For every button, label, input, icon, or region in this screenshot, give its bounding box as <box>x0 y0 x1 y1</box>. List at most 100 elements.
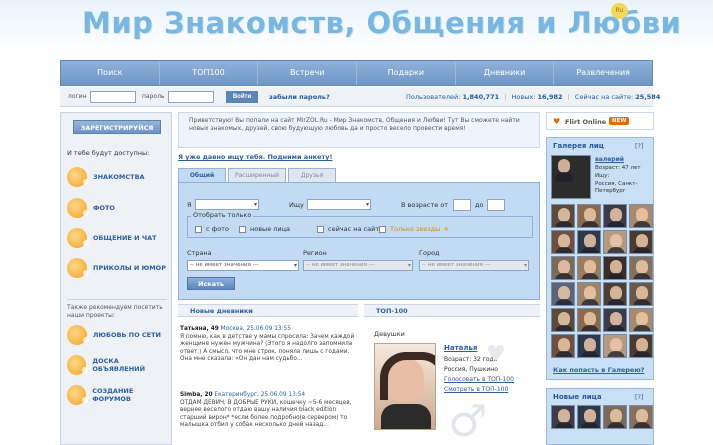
feature-chat[interactable]: ОБЩЕНИЕ И ЧАТ <box>67 228 157 248</box>
right-sidebar: ♥ Flirt Online NEW Галерея лиц [?] валер… <box>546 112 654 445</box>
featured-name[interactable]: валерий <box>595 156 624 163</box>
gallery-featured-photo[interactable] <box>551 155 591 199</box>
nav-item-top100[interactable]: ТОП100 <box>160 61 259 85</box>
top100-vote-link[interactable]: Голосовать в ТОП-100 <box>444 376 514 383</box>
top100-name[interactable]: Наталья <box>444 344 477 352</box>
register-button[interactable]: ЗАРЕГИСТРИРУЙСЯ <box>73 120 161 134</box>
feature-label: ОБЩЕНИЕ И ЧАТ <box>93 234 157 242</box>
site-logo-title[interactable]: Мир Знакомств, Общения и Любви <box>82 6 681 40</box>
diary-entry[interactable]: Simba, 20 Екатеринбург, 25.06.09 13:54 О… <box>180 392 356 430</box>
region-select[interactable]: -- не имеет значения --- <box>303 260 413 271</box>
gallery-panel: Галерея лиц [?] валерий Возраст: 47 лет … <box>546 137 654 380</box>
gallery-thumb[interactable] <box>629 230 653 254</box>
age-to-input[interactable] <box>487 199 505 211</box>
new-face-thumb[interactable] <box>577 405 601 429</box>
diaries-header[interactable]: Новые дневники <box>178 304 358 317</box>
age-from-input[interactable] <box>453 199 471 211</box>
gallery-thumb[interactable] <box>577 308 601 332</box>
checkbox-online[interactable]: сейчас на сайте <box>317 225 383 233</box>
top100-header[interactable]: ТОП-100 <box>364 304 540 317</box>
nav-item-label: Подарки <box>387 68 425 77</box>
gallery-thumb[interactable] <box>577 256 601 280</box>
nav-item-search[interactable]: Поиск <box>61 61 160 85</box>
checkbox-new-faces[interactable]: новые лица <box>239 225 290 233</box>
seek-select[interactable] <box>307 199 371 210</box>
nav-item-entertainment[interactable]: Развлечения <box>554 61 652 85</box>
project-label: ЛЮБОВЬ ПО СЕТИ <box>93 331 161 339</box>
gallery-thumb[interactable] <box>551 204 575 228</box>
country-select[interactable]: -- не имеет значения --- <box>187 260 299 271</box>
feature-photo[interactable]: ФОТО <box>67 198 115 218</box>
diary-text: ОТДАМ ДЕВИЧ, В ДОБРЫЕ РУКИ, кошечку ~5-6… <box>180 399 352 429</box>
tab-friends[interactable]: Друзья <box>288 168 336 182</box>
gallery-thumb[interactable] <box>577 282 601 306</box>
age-from-label: В возрасте от <box>401 201 449 209</box>
checkbox-with-photo[interactable]: с фото <box>195 225 229 233</box>
tab-label: Расширенный <box>235 172 279 179</box>
gallery-thumb[interactable] <box>629 282 653 306</box>
gallery-thumb[interactable] <box>551 334 575 358</box>
new-face-thumb[interactable] <box>603 405 627 429</box>
gender-select[interactable] <box>195 199 259 210</box>
nav-item-diaries[interactable]: Дневники <box>456 61 555 85</box>
gallery-thumb[interactable] <box>603 204 627 228</box>
gallery-thumb[interactable] <box>603 230 627 254</box>
gallery-thumb[interactable] <box>577 230 601 254</box>
top100-view-link[interactable]: Смотреть в ТОП-100 <box>444 386 508 393</box>
nav-item-gifts[interactable]: Подарки <box>357 61 456 85</box>
password-label: пароль <box>142 93 165 100</box>
new-face-thumb[interactable] <box>551 405 575 429</box>
gallery-thumb[interactable] <box>603 308 627 332</box>
feature-dating[interactable]: ЗНАКОМСТВА <box>67 167 145 187</box>
tab-general[interactable]: Общий <box>178 168 226 182</box>
gallery-thumb[interactable] <box>629 334 653 358</box>
login-input[interactable] <box>90 91 136 103</box>
gallery-thumb[interactable] <box>629 256 653 280</box>
diary-meta: Москва, 25.06.09 13:55 <box>220 326 291 332</box>
project-forums[interactable]: СОЗДАНИЕ ФОРУМОВ <box>67 385 171 405</box>
flirt-online-banner[interactable]: ♥ Flirt Online NEW <box>546 112 654 130</box>
gallery-thumb[interactable] <box>629 204 653 228</box>
country-label: Страна <box>187 249 212 257</box>
smile-icon <box>67 258 89 278</box>
project-love[interactable]: ЛЮБОВЬ ПО СЕТИ <box>67 325 161 345</box>
tab-label: Общий <box>189 172 215 179</box>
i-label: Я <box>187 201 192 209</box>
top100-section: Девушки <box>374 330 405 338</box>
new-face-thumb[interactable] <box>629 405 653 429</box>
featured-age: Возраст: 47 лет <box>595 165 641 171</box>
gallery-help-link[interactable]: [?] <box>635 142 644 150</box>
heart-icon <box>67 325 89 345</box>
top100-photo[interactable] <box>374 343 436 430</box>
top100-location: Россия, Пушкино <box>444 366 498 373</box>
diary-entry[interactable]: Татьяна, 49 Москва, 25.06.09 13:55 Я пом… <box>180 326 356 364</box>
gallery-thumb[interactable] <box>603 334 627 358</box>
gallery-thumb[interactable] <box>603 256 627 280</box>
gallery-thumb[interactable] <box>577 334 601 358</box>
gallery-thumb[interactable] <box>629 308 653 332</box>
password-input[interactable] <box>168 91 214 103</box>
gallery-thumb[interactable] <box>603 282 627 306</box>
gallery-thumb[interactable] <box>551 308 575 332</box>
gallery-thumb[interactable] <box>551 230 575 254</box>
diary-meta: Екатеринбург, 25.06.09 13:54 <box>214 392 306 398</box>
checkbox-label: новые лица <box>250 225 291 233</box>
tab-advanced[interactable]: Расширенный <box>228 168 286 182</box>
checkbox-stars[interactable]: Только звезды ★ <box>379 225 449 233</box>
users-label: Пользователей: <box>406 93 461 101</box>
login-button[interactable]: Войти <box>226 91 258 103</box>
welcome-text: Приветствую! Вы попали на сайт MirZOL.Ru… <box>178 112 540 148</box>
city-select[interactable]: -- не имеет значения --- <box>419 260 529 271</box>
nav-item-label: Встречи <box>289 68 325 77</box>
gallery-how-link[interactable]: Как попасть в Галерею? <box>553 366 644 374</box>
gallery-thumb[interactable] <box>577 204 601 228</box>
search-button[interactable]: Искать <box>187 277 235 290</box>
new-faces-help-link[interactable]: [?] <box>635 393 644 401</box>
gallery-thumb[interactable] <box>551 282 575 306</box>
forgot-password-link[interactable]: забыли пароль? <box>269 93 330 101</box>
feature-humor[interactable]: ПРИКОЛЫ И ЮМОР <box>67 258 166 278</box>
nav-item-meetings[interactable]: Встречи <box>258 61 358 85</box>
raise-profile-link[interactable]: Я уже давно ищу тебя. Подними анкету! <box>178 153 332 161</box>
gallery-thumb[interactable] <box>551 256 575 280</box>
project-board[interactable]: ДОСКА ОБЪЯВЛЕНИЙ <box>67 355 171 375</box>
